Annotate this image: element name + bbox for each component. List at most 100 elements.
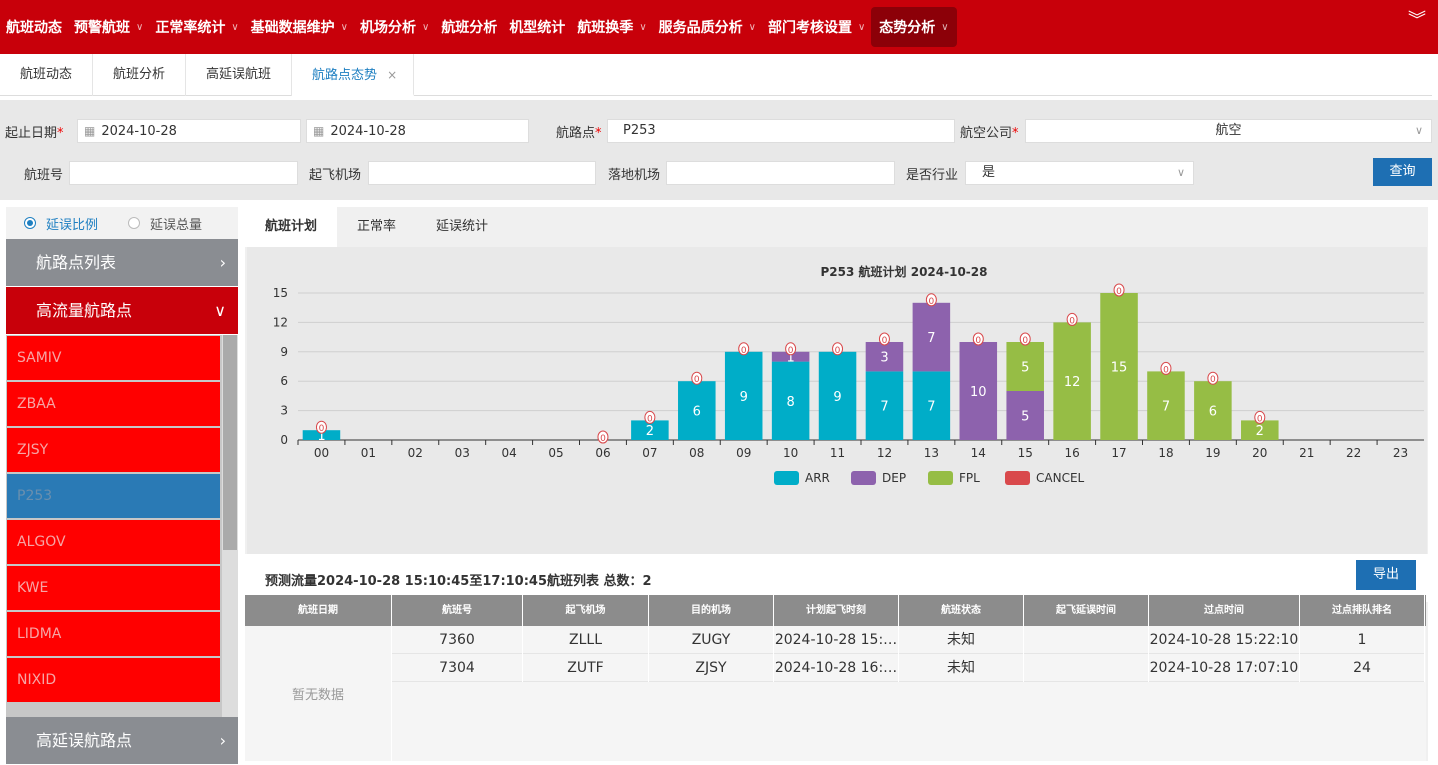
x-tick-label: 03 [455, 446, 470, 460]
table-cell: 1 [1300, 626, 1425, 654]
cancel-value-label: 0 [1210, 375, 1216, 385]
table-row[interactable]: 7304 ZUTF ZJSY 2024-10-28 16:… 未知 2024-10-28 … [392, 654, 1425, 682]
nav-item[interactable]: 航班换季 ∨ [571, 7, 652, 47]
content-tab[interactable]: 正常率 [337, 207, 416, 247]
query-button[interactable]: 查询 [1373, 158, 1432, 186]
column-header[interactable]: 起飞机场 [523, 595, 649, 626]
waypoint-list-item[interactable]: ALGOV [7, 520, 220, 564]
page-tab[interactable]: 航路点态势 × [292, 54, 415, 96]
nav-item[interactable]: 服务品质分析 ∨ [653, 7, 762, 47]
nav-item[interactable]: 机型统计 [503, 7, 571, 47]
waypoint-input[interactable]: P253 [607, 119, 955, 143]
nav-menu: 航班动态 预警航班 ∨ 正常率统计 ∨ 基础数据维护 ∨ 机场分析 ∨ 航班分析 机型统计 航班换季 ∨… [0, 0, 957, 54]
column-header[interactable]: 航班日期 [245, 595, 392, 626]
nav-item[interactable]: 机场分析 ∨ [354, 7, 435, 47]
cancel-value-label: 0 [1022, 336, 1028, 346]
nav-item[interactable]: 态势分析 ∨ [871, 7, 957, 47]
page-tab[interactable]: 高延误航班 [186, 54, 293, 96]
chevron-down-icon: ∨ [748, 21, 756, 33]
content-tab[interactable]: 延误统计 [416, 207, 508, 247]
close-icon[interactable]: × [387, 68, 397, 82]
nav-item[interactable]: 航班分析 [435, 7, 503, 47]
flight-table: 航班日期 航班号 起飞机场 目的机场 计划起飞时刻 航班状态 起飞延误时间 过点时间 过点排队排… [245, 595, 1426, 761]
waypoint-list-item[interactable]: ZJSY [7, 428, 220, 472]
nav-item[interactable]: 部门考核设置 ∨ [762, 7, 871, 47]
bar-value-label: 6 [1209, 405, 1217, 420]
tab-label: 航班分析 [113, 67, 166, 82]
column-header[interactable]: 目的机场 [649, 595, 774, 626]
x-tick-label: 14 [971, 446, 986, 460]
departure-airport-input[interactable] [368, 161, 596, 185]
waypoint-list-item[interactable]: LIDMA [7, 612, 220, 656]
start-date-input[interactable]: ▦ 2024-10-28 [77, 119, 301, 143]
legend-swatch-dep [851, 471, 876, 485]
waypoint-label: 航路点* [556, 125, 602, 141]
waypoint-list-item[interactable]: ZBAA [7, 382, 220, 426]
departure-airport-label: 起飞机场 [309, 167, 362, 183]
table-cell: 7360 [392, 626, 523, 654]
bar-value-label: 7 [1162, 400, 1170, 415]
page-tab[interactable]: 航班分析 [93, 54, 187, 96]
flight-number-input[interactable] [69, 161, 298, 185]
end-date-input[interactable]: ▦ 2024-10-28 [306, 119, 529, 143]
delay-ratio-radio[interactable]: 延误比例 [24, 214, 98, 233]
table-cell: 2024-10-28 15:… [774, 626, 899, 654]
x-tick-label: 18 [1158, 446, 1173, 460]
bar-value-label: 3 [880, 351, 888, 366]
delay-total-radio[interactable]: 延误总量 [128, 214, 202, 233]
nav-item[interactable]: 预警航班 ∨ [68, 7, 149, 47]
waypoint-list-item[interactable]: P253 [7, 474, 220, 518]
bar-value-label: 7 [927, 400, 935, 415]
waypoint-list-item[interactable]: KWE [7, 566, 220, 610]
y-tick-label: 15 [273, 286, 288, 300]
x-tick-label: 23 [1393, 446, 1408, 460]
cancel-value-label: 0 [600, 434, 606, 444]
bar-value-label: 6 [693, 405, 701, 420]
top-navigation: 航班动态 预警航班 ∨ 正常率统计 ∨ 基础数据维护 ∨ 机场分析 ∨ 航班分析 机型统计 航班换季 ∨… [0, 0, 1438, 54]
column-header[interactable]: 航班号 [392, 595, 523, 626]
table-cell: 7304 [392, 654, 523, 682]
tab-label: 高延误航班 [206, 67, 272, 82]
cancel-value-label: 0 [882, 336, 888, 346]
column-header[interactable]: 航班状态 [899, 595, 1024, 626]
export-button[interactable]: 导出 [1356, 560, 1416, 590]
arrival-airport-label: 落地机场 [608, 167, 661, 183]
nav-item-label: 基础数据维护 [250, 20, 335, 36]
x-tick-label: 15 [1018, 446, 1033, 460]
scrollbar-thumb[interactable] [223, 335, 237, 550]
nav-item[interactable]: 正常率统计 ∨ [149, 7, 244, 47]
nav-item-label: 航班换季 [577, 20, 634, 36]
delay-mode-radio-group: 延误比例 延误总量 [6, 207, 238, 239]
column-header[interactable]: 计划起飞时刻 [774, 595, 899, 626]
high-delay-waypoint-section[interactable]: 高延误航路点 › [6, 717, 238, 765]
high-flow-waypoint-section[interactable]: 高流量航路点 ∨ [6, 287, 238, 335]
airline-select[interactable]: 航空 ∨ [1025, 119, 1432, 143]
sidebar-scrollbar[interactable] [222, 335, 238, 717]
industry-select[interactable]: 是 ∨ [965, 161, 1194, 185]
column-header[interactable]: 过点时间 [1149, 595, 1300, 626]
bar-value-label: 7 [880, 400, 888, 415]
column-header[interactable]: 起飞延误时间 [1024, 595, 1149, 626]
waypoint-list-item[interactable]: NIXID [7, 658, 220, 702]
x-tick-label: 09 [736, 446, 751, 460]
x-tick-label: 05 [548, 446, 563, 460]
table-cell [1024, 626, 1149, 654]
flight-number-label: 航班号 [24, 167, 64, 183]
x-tick-label: 12 [877, 446, 892, 460]
table-cell: 2024-10-28 15:22:10 [1149, 626, 1300, 654]
column-header[interactable]: 过点排队排名 [1300, 595, 1425, 626]
nav-item[interactable]: 基础数据维护 ∨ [245, 7, 354, 47]
legend-swatch-fpl [928, 471, 953, 485]
page-tab[interactable]: 航班动态 [0, 54, 94, 96]
waypoint-list-item[interactable]: SAMIV [7, 336, 220, 380]
x-tick-label: 01 [361, 446, 376, 460]
waypoint-list-section[interactable]: 航路点列表 › [6, 239, 238, 287]
double-chevron-down-icon[interactable]: ︾ [1408, 12, 1426, 30]
content-tab[interactable]: 航班计划 [245, 207, 338, 247]
nav-item[interactable]: 航班动态 [0, 7, 68, 47]
arrival-airport-input[interactable] [666, 161, 895, 185]
bar-value-label: 2 [1256, 424, 1264, 439]
bar-value-label: 7 [927, 331, 935, 346]
table-row[interactable]: 7360 ZLLL ZUGY 2024-10-28 15:… 未知 2024-10-28 … [392, 626, 1425, 654]
cancel-value-label: 0 [929, 297, 935, 307]
